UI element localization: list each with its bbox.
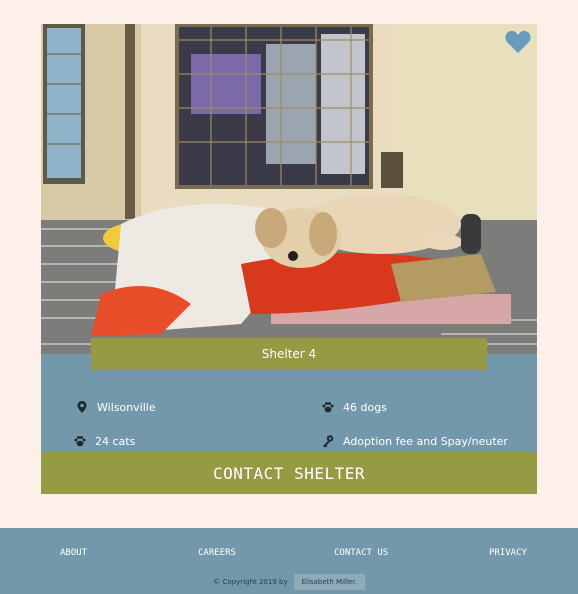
services-info: Adoption fee and Spay/neuter <box>321 434 508 448</box>
location-text: Wilsonville <box>97 400 156 414</box>
location-info: Wilsonville <box>75 400 156 414</box>
cats-info: 24 cats <box>73 434 135 448</box>
copyright: © Copyright 2019 by Elisabeth Miller. <box>0 574 578 590</box>
contact-shelter-label: CONTACT SHELTER <box>213 463 365 483</box>
heart-icon[interactable] <box>505 30 531 54</box>
footer: ABOUT CAREERS CONTACT US PRIVACY © Copyr… <box>0 528 578 594</box>
shelter-photo <box>41 24 537 354</box>
map-pin-icon <box>77 401 87 413</box>
shelter-name-text: Shelter 4 <box>261 347 317 361</box>
author-name: Elisabeth Miller. <box>293 574 365 590</box>
paw-icon <box>322 402 334 413</box>
cats-text: 24 cats <box>95 434 136 448</box>
dogs-text: 46 dogs <box>343 400 387 414</box>
shelter-info: Wilsonville 46 dogs 24 cats Adoption fee… <box>41 370 537 452</box>
footer-link-about[interactable]: ABOUT <box>60 548 87 558</box>
key-icon <box>323 435 334 448</box>
shelter-card: Shelter 4 Wilsonville 46 dogs 24 cats Ad… <box>41 24 537 494</box>
shelter-name: Shelter 4 <box>91 338 487 370</box>
dogs-info: 46 dogs <box>321 400 387 414</box>
services-text: Adoption fee and Spay/neuter <box>343 434 508 448</box>
footer-link-contact-us[interactable]: CONTACT US <box>334 548 388 558</box>
footer-link-privacy[interactable]: PRIVACY <box>489 548 527 558</box>
copyright-text: © Copyright 2019 by <box>213 578 288 586</box>
contact-shelter-button[interactable]: CONTACT SHELTER <box>41 452 537 494</box>
paw-icon <box>74 436 86 447</box>
footer-link-careers[interactable]: CAREERS <box>198 548 236 558</box>
